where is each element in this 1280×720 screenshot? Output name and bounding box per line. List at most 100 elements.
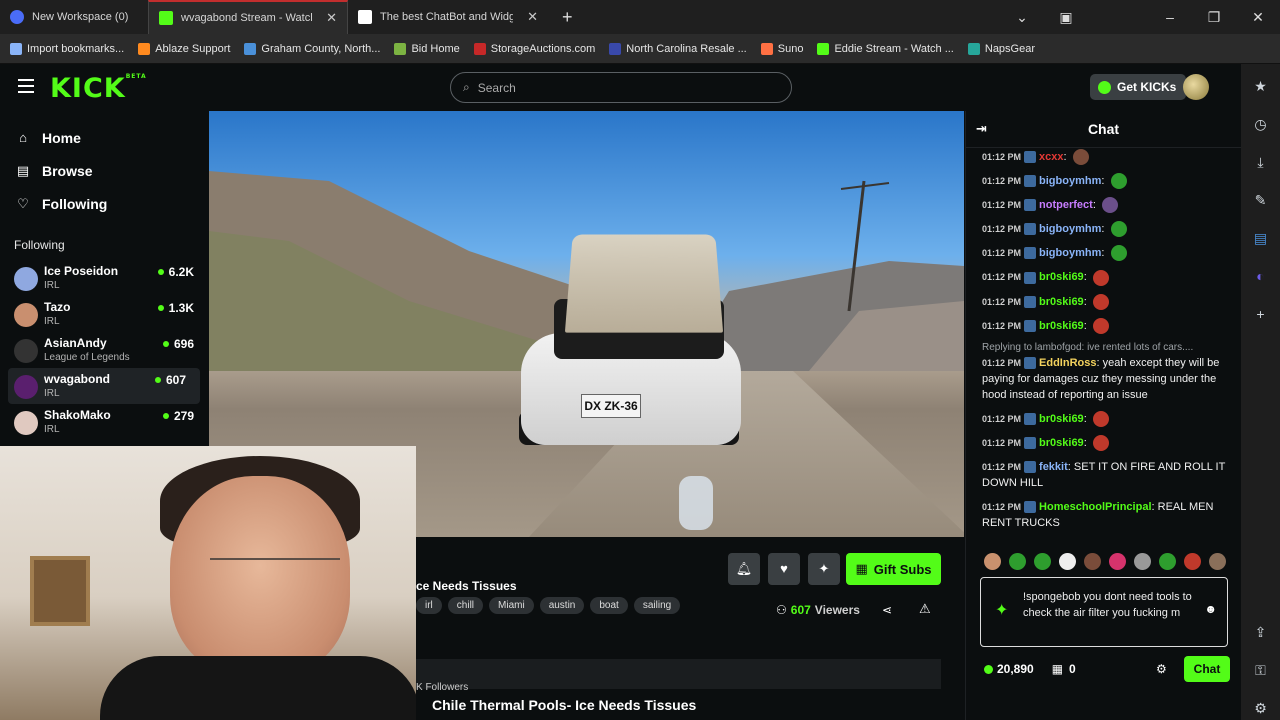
emote-icon[interactable] <box>1034 553 1051 570</box>
follow-button[interactable]: ♥ <box>768 553 800 585</box>
message-separator: : <box>1083 436 1090 449</box>
report-icon[interactable]: ⚠ <box>919 601 931 617</box>
message-username[interactable]: bigboymhm <box>1039 175 1101 187</box>
edit-icon[interactable]: ✎ <box>1255 188 1267 212</box>
following-channel[interactable]: Ice Poseidon IRL 6.2K <box>0 260 208 296</box>
notification-button[interactable]: 🔔︎ <box>728 553 760 585</box>
bookmark-item[interactable]: Import bookmarks... <box>10 42 125 55</box>
message-username[interactable]: HomeschoolPrincipal <box>1039 501 1151 513</box>
person-glasses <box>210 558 340 578</box>
settings-icon[interactable]: ⚙ <box>1254 696 1267 720</box>
bookmark-item[interactable]: North Carolina Resale ... <box>609 42 747 55</box>
nav-browse[interactable]: ▤ Browse <box>0 154 208 187</box>
channel-viewers: 279 <box>162 409 194 423</box>
store-button[interactable]: ▦ 0 <box>1052 662 1076 676</box>
following-channel[interactable]: ShakoMako IRL 279 <box>0 404 208 440</box>
bookmark-item[interactable]: StorageAuctions.com <box>473 42 595 55</box>
get-kicks-button[interactable]: Get KICKs <box>1090 74 1187 100</box>
following-channel[interactable]: AsianAndy League of Legends 696 <box>0 332 208 368</box>
emoji-icon[interactable]: ☻ <box>1204 602 1217 616</box>
new-tab-button[interactable]: + <box>562 7 573 28</box>
message-username[interactable]: br0ski69 <box>1039 413 1084 425</box>
close-window-icon[interactable]: ✕ <box>1236 9 1280 26</box>
share-icon[interactable]: ⋖ <box>882 603 892 617</box>
bookmark-item[interactable]: NapsGear <box>967 42 1035 55</box>
kick-plus-button[interactable]: ✦ <box>808 553 840 585</box>
bookmark-item[interactable]: Graham County, North... <box>244 42 380 55</box>
bookmark-item[interactable]: Ablaze Support <box>138 42 230 55</box>
message-username[interactable]: br0ski69 <box>1039 320 1084 332</box>
gift-subs-button[interactable]: ▦ Gift Subs <box>846 553 941 585</box>
message-username[interactable]: EddInRoss <box>1039 357 1096 369</box>
browser-tab-kick[interactable]: wvagabond Stream - Watch Liv ✕ <box>148 0 348 34</box>
chat-settings-icon[interactable]: ⚙ <box>1156 662 1167 676</box>
emote-icon[interactable] <box>1209 553 1226 570</box>
stream-tag[interactable]: chill <box>447 597 484 614</box>
message-username[interactable]: bigboymhm <box>1039 247 1101 259</box>
home-icon: ⌂ <box>19 130 27 145</box>
emote-icon[interactable] <box>1009 553 1026 570</box>
collapse-chat-icon[interactable]: ⇥ <box>976 121 987 137</box>
browser-tab-chatbot[interactable]: The best ChatBot and Widgets fo ✕ <box>348 0 548 34</box>
close-tab-icon[interactable]: ✕ <box>527 9 538 25</box>
bookmark-item[interactable]: Eddie Stream - Watch ... <box>817 42 954 55</box>
bookmark-label: Import bookmarks... <box>27 42 125 55</box>
water-bottle <box>679 476 713 530</box>
message-username[interactable]: bigboymhm <box>1039 223 1101 235</box>
browser-tab-workspace[interactable]: New Workspace (0) <box>0 0 148 34</box>
kicks-balance[interactable]: 20,890 <box>984 662 1034 676</box>
emote-icon[interactable] <box>984 553 1001 570</box>
nav-following[interactable]: ♡ Following <box>0 187 208 220</box>
share-page-icon[interactable]: ⇪ <box>1255 620 1267 644</box>
emote-icon[interactable] <box>1159 553 1176 570</box>
bookmark-item[interactable]: Suno <box>760 42 803 55</box>
favorites-icon[interactable]: ★ <box>1254 74 1267 98</box>
close-tab-icon[interactable]: ✕ <box>326 10 337 26</box>
message-username[interactable]: br0ski69 <box>1039 271 1084 283</box>
emote-icon <box>1092 293 1109 310</box>
sparkle-icon[interactable]: ✦ <box>995 600 1008 620</box>
wall-picture <box>30 556 90 626</box>
history-icon[interactable]: ◷ <box>1254 112 1266 136</box>
user-badge-icon <box>1024 461 1037 474</box>
collections-icon[interactable]: ▣ <box>1044 9 1088 26</box>
key-icon[interactable]: ⚿ <box>1255 658 1266 682</box>
stream-tag[interactable]: sailing <box>633 597 681 614</box>
stream-tag[interactable]: austin <box>539 597 585 614</box>
workspace-icon <box>10 10 24 24</box>
emote-icon[interactable] <box>1084 553 1101 570</box>
stream-tag[interactable]: Miami <box>489 597 534 614</box>
message-time: 01:12 PM <box>982 437 1022 448</box>
send-chat-button[interactable]: Chat <box>1184 656 1230 682</box>
user-avatar[interactable] <box>1183 74 1209 100</box>
emote-icon[interactable] <box>1109 553 1126 570</box>
message-username[interactable]: br0ski69 <box>1039 437 1084 449</box>
message-username[interactable]: br0ski69 <box>1039 296 1084 308</box>
chat-input[interactable]: ✦ !spongebob you dont need tools to chec… <box>980 577 1228 647</box>
message-username[interactable]: notperfect <box>1039 199 1093 211</box>
restore-icon[interactable]: ❐ <box>1192 9 1236 26</box>
emote-icon[interactable] <box>1134 553 1151 570</box>
stream-tag[interactable]: boat <box>590 597 628 614</box>
search-input[interactable]: ⌕ Search <box>450 72 792 103</box>
following-channel[interactable]: Tazo IRL 1.3K <box>0 296 208 332</box>
kick-logo[interactable]: KICKBETA <box>50 73 147 104</box>
reply-note[interactable]: Replying to lambofgod: ive rented lots o… <box>982 342 1232 353</box>
translate-icon[interactable]: ▤ <box>1254 226 1267 250</box>
nav-home[interactable]: ⌂ Home <box>0 121 208 154</box>
menu-icon[interactable] <box>18 79 34 93</box>
extension-icon[interactable]: ◐ <box>1256 264 1264 288</box>
downloads-icon[interactable]: ⤓ <box>1257 150 1263 174</box>
chat-input-text[interactable]: !spongebob you dont need tools to check … <box>1023 589 1193 621</box>
stream-tag[interactable]: irl <box>416 597 442 614</box>
add-icon[interactable]: + <box>1256 302 1264 326</box>
message-username[interactable]: fekkit <box>1039 461 1068 473</box>
following-channel[interactable]: wvagabond IRL 607 <box>8 368 200 404</box>
bookmark-item[interactable]: Bid Home <box>394 42 460 55</box>
minimize-icon[interactable]: – <box>1148 9 1192 25</box>
message-username[interactable]: xcxx <box>1039 151 1063 163</box>
tab-list-icon[interactable]: ⌄ <box>1000 9 1044 26</box>
emote-icon[interactable] <box>1059 553 1076 570</box>
emote-icon[interactable] <box>1184 553 1201 570</box>
chat-message: 01:12 PM fekkit: SET IT ON FIRE AND ROLL … <box>982 459 1232 491</box>
